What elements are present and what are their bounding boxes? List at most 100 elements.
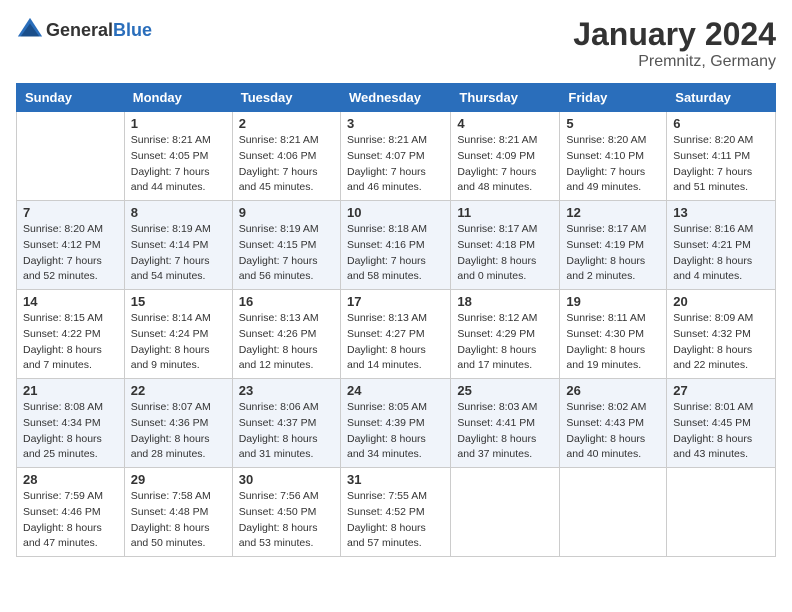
- day-info: Sunrise: 8:21 AM Sunset: 4:05 PM Dayligh…: [131, 133, 226, 196]
- day-number: 26: [566, 383, 660, 398]
- week-row-5: 28 Sunrise: 7:59 AM Sunset: 4:46 PM Dayli…: [17, 468, 776, 557]
- day-cell: 30 Sunrise: 7:56 AM Sunset: 4:50 PM Dayli…: [232, 468, 340, 557]
- week-row-3: 14 Sunrise: 8:15 AM Sunset: 4:22 PM Dayli…: [17, 290, 776, 379]
- day-cell: 22 Sunrise: 8:07 AM Sunset: 4:36 PM Dayli…: [124, 379, 232, 468]
- day-number: 15: [131, 294, 226, 309]
- day-info: Sunrise: 8:19 AM Sunset: 4:14 PM Dayligh…: [131, 222, 226, 285]
- day-number: 4: [457, 116, 553, 131]
- day-cell: 1 Sunrise: 8:21 AM Sunset: 4:05 PM Daylig…: [124, 112, 232, 201]
- week-row-2: 7 Sunrise: 8:20 AM Sunset: 4:12 PM Daylig…: [17, 201, 776, 290]
- day-number: 16: [239, 294, 334, 309]
- day-number: 7: [23, 205, 118, 220]
- day-number: 1: [131, 116, 226, 131]
- day-cell: 31 Sunrise: 7:55 AM Sunset: 4:52 PM Dayli…: [340, 468, 450, 557]
- day-cell: 6Sunrise: 8:20 AM Sunset: 4:11 PM Daylig…: [667, 112, 776, 201]
- day-number: 5: [566, 116, 660, 131]
- page-header: GeneralBlue January 2024 Premnitz, Germa…: [16, 16, 776, 71]
- header-row: SundayMondayTuesdayWednesdayThursdayFrid…: [17, 84, 776, 112]
- day-number: 28: [23, 472, 118, 487]
- day-info: Sunrise: 8:17 AM Sunset: 4:19 PM Dayligh…: [566, 222, 660, 285]
- day-info: Sunrise: 7:56 AM Sunset: 4:50 PM Dayligh…: [239, 489, 334, 552]
- day-cell: [17, 112, 125, 201]
- day-info: Sunrise: 8:02 AM Sunset: 4:43 PM Dayligh…: [566, 400, 660, 463]
- day-cell: 17Sunrise: 8:13 AM Sunset: 4:27 PM Dayli…: [340, 290, 450, 379]
- day-number: 29: [131, 472, 226, 487]
- day-number: 13: [673, 205, 769, 220]
- day-number: 17: [347, 294, 444, 309]
- day-info: Sunrise: 8:14 AM Sunset: 4:24 PM Dayligh…: [131, 311, 226, 374]
- day-cell: 8 Sunrise: 8:19 AM Sunset: 4:14 PM Daylig…: [124, 201, 232, 290]
- day-info: Sunrise: 8:20 AM Sunset: 4:12 PM Dayligh…: [23, 222, 118, 285]
- day-number: 25: [457, 383, 553, 398]
- location-title: Premnitz, Germany: [573, 53, 776, 71]
- day-info: Sunrise: 8:17 AM Sunset: 4:18 PM Dayligh…: [457, 222, 553, 285]
- day-cell: 21Sunrise: 8:08 AM Sunset: 4:34 PM Dayli…: [17, 379, 125, 468]
- day-number: 18: [457, 294, 553, 309]
- day-cell: [560, 468, 667, 557]
- day-cell: 5 Sunrise: 8:20 AM Sunset: 4:10 PM Daylig…: [560, 112, 667, 201]
- day-number: 12: [566, 205, 660, 220]
- day-info: Sunrise: 8:21 AM Sunset: 4:09 PM Dayligh…: [457, 133, 553, 196]
- logo-general-text: General: [46, 20, 113, 40]
- day-number: 22: [131, 383, 226, 398]
- header-day-saturday: Saturday: [667, 84, 776, 112]
- day-info: Sunrise: 8:19 AM Sunset: 4:15 PM Dayligh…: [239, 222, 334, 285]
- day-cell: 12 Sunrise: 8:17 AM Sunset: 4:19 PM Dayli…: [560, 201, 667, 290]
- day-cell: 15 Sunrise: 8:14 AM Sunset: 4:24 PM Dayli…: [124, 290, 232, 379]
- day-info: Sunrise: 8:05 AM Sunset: 4:39 PM Dayligh…: [347, 400, 444, 463]
- day-info: Sunrise: 8:13 AM Sunset: 4:26 PM Dayligh…: [239, 311, 334, 374]
- calendar-table: SundayMondayTuesdayWednesdayThursdayFrid…: [16, 83, 776, 557]
- day-number: 2: [239, 116, 334, 131]
- day-cell: 9Sunrise: 8:19 AM Sunset: 4:15 PM Daylig…: [232, 201, 340, 290]
- header-day-tuesday: Tuesday: [232, 84, 340, 112]
- day-cell: 7 Sunrise: 8:20 AM Sunset: 4:12 PM Daylig…: [17, 201, 125, 290]
- week-row-4: 21Sunrise: 8:08 AM Sunset: 4:34 PM Dayli…: [17, 379, 776, 468]
- day-info: Sunrise: 8:21 AM Sunset: 4:07 PM Dayligh…: [347, 133, 444, 196]
- day-info: Sunrise: 8:07 AM Sunset: 4:36 PM Dayligh…: [131, 400, 226, 463]
- day-cell: 18 Sunrise: 8:12 AM Sunset: 4:29 PM Dayli…: [451, 290, 560, 379]
- day-cell: 4 Sunrise: 8:21 AM Sunset: 4:09 PM Daylig…: [451, 112, 560, 201]
- day-info: Sunrise: 8:11 AM Sunset: 4:30 PM Dayligh…: [566, 311, 660, 374]
- day-info: Sunrise: 8:15 AM Sunset: 4:22 PM Dayligh…: [23, 311, 118, 374]
- day-cell: 14 Sunrise: 8:15 AM Sunset: 4:22 PM Dayli…: [17, 290, 125, 379]
- month-title: January 2024: [573, 16, 776, 53]
- header-day-friday: Friday: [560, 84, 667, 112]
- day-info: Sunrise: 8:16 AM Sunset: 4:21 PM Dayligh…: [673, 222, 769, 285]
- day-info: Sunrise: 8:01 AM Sunset: 4:45 PM Dayligh…: [673, 400, 769, 463]
- day-cell: 11Sunrise: 8:17 AM Sunset: 4:18 PM Dayli…: [451, 201, 560, 290]
- day-number: 6: [673, 116, 769, 131]
- day-number: 27: [673, 383, 769, 398]
- day-info: Sunrise: 8:03 AM Sunset: 4:41 PM Dayligh…: [457, 400, 553, 463]
- day-number: 21: [23, 383, 118, 398]
- day-info: Sunrise: 7:59 AM Sunset: 4:46 PM Dayligh…: [23, 489, 118, 552]
- day-cell: 29 Sunrise: 7:58 AM Sunset: 4:48 PM Dayli…: [124, 468, 232, 557]
- day-cell: 27 Sunrise: 8:01 AM Sunset: 4:45 PM Dayli…: [667, 379, 776, 468]
- day-cell: 19 Sunrise: 8:11 AM Sunset: 4:30 PM Dayli…: [560, 290, 667, 379]
- day-cell: 16 Sunrise: 8:13 AM Sunset: 4:26 PM Dayli…: [232, 290, 340, 379]
- day-cell: 20 Sunrise: 8:09 AM Sunset: 4:32 PM Dayli…: [667, 290, 776, 379]
- day-cell: 3Sunrise: 8:21 AM Sunset: 4:07 PM Daylig…: [340, 112, 450, 201]
- day-info: Sunrise: 7:58 AM Sunset: 4:48 PM Dayligh…: [131, 489, 226, 552]
- header-day-thursday: Thursday: [451, 84, 560, 112]
- day-number: 30: [239, 472, 334, 487]
- header-day-monday: Monday: [124, 84, 232, 112]
- logo-icon: [16, 16, 44, 44]
- day-number: 20: [673, 294, 769, 309]
- day-cell: 28 Sunrise: 7:59 AM Sunset: 4:46 PM Dayli…: [17, 468, 125, 557]
- day-number: 10: [347, 205, 444, 220]
- day-info: Sunrise: 8:20 AM Sunset: 4:10 PM Dayligh…: [566, 133, 660, 196]
- day-number: 19: [566, 294, 660, 309]
- day-cell: [451, 468, 560, 557]
- day-cell: 26 Sunrise: 8:02 AM Sunset: 4:43 PM Dayli…: [560, 379, 667, 468]
- day-number: 8: [131, 205, 226, 220]
- day-info: Sunrise: 8:18 AM Sunset: 4:16 PM Dayligh…: [347, 222, 444, 285]
- day-number: 14: [23, 294, 118, 309]
- day-cell: 2Sunrise: 8:21 AM Sunset: 4:06 PM Daylig…: [232, 112, 340, 201]
- day-info: Sunrise: 8:12 AM Sunset: 4:29 PM Dayligh…: [457, 311, 553, 374]
- day-cell: 24Sunrise: 8:05 AM Sunset: 4:39 PM Dayli…: [340, 379, 450, 468]
- day-number: 31: [347, 472, 444, 487]
- day-info: Sunrise: 7:55 AM Sunset: 4:52 PM Dayligh…: [347, 489, 444, 552]
- day-info: Sunrise: 8:09 AM Sunset: 4:32 PM Dayligh…: [673, 311, 769, 374]
- week-row-1: 1 Sunrise: 8:21 AM Sunset: 4:05 PM Daylig…: [17, 112, 776, 201]
- day-cell: 13 Sunrise: 8:16 AM Sunset: 4:21 PM Dayli…: [667, 201, 776, 290]
